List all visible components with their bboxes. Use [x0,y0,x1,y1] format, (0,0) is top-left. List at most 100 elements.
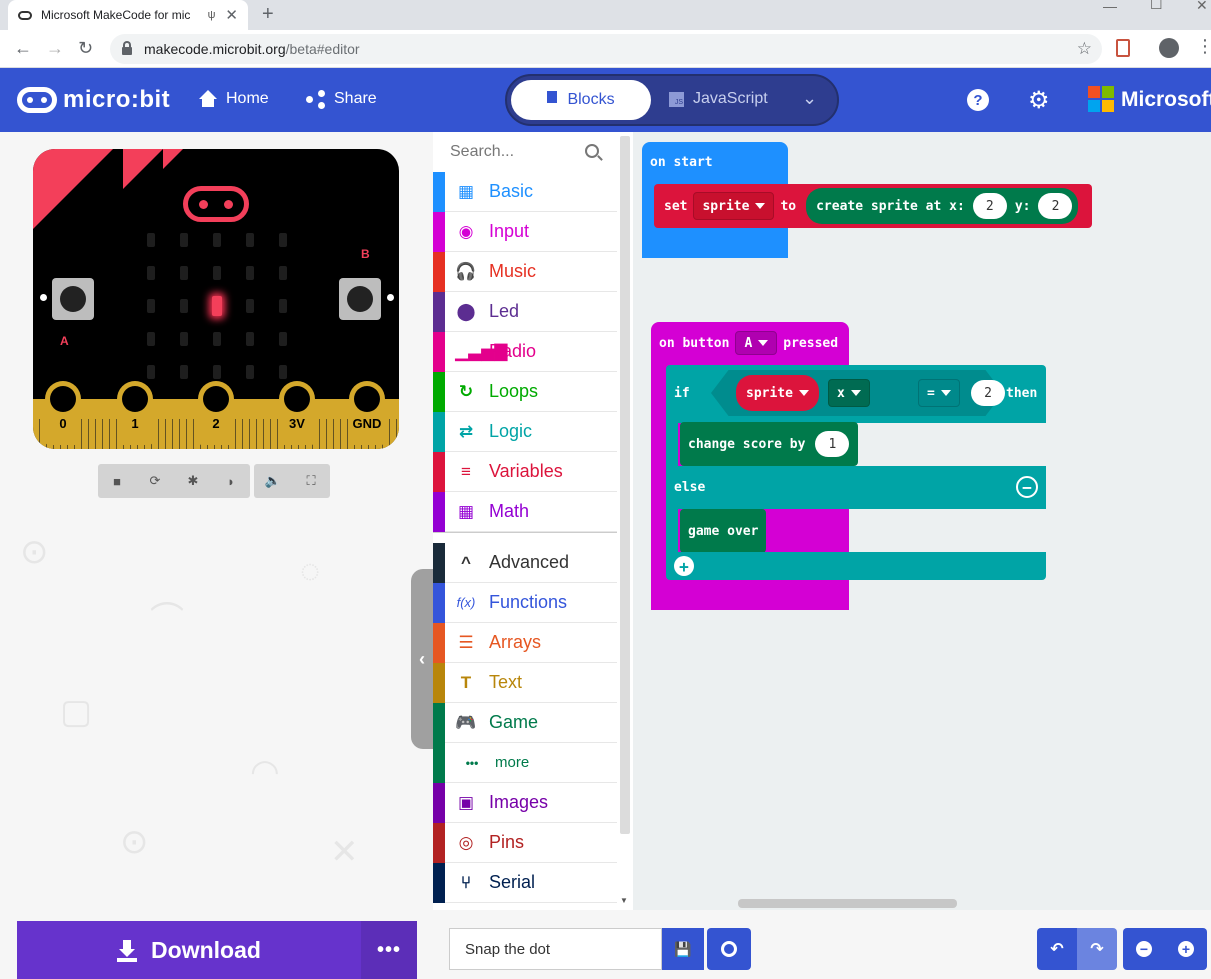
undo-button[interactable]: ↶ [1037,928,1077,970]
pin-2[interactable]: 2 [198,381,234,445]
pin-0[interactable]: 0 [45,381,81,445]
toolbox-category-advanced[interactable]: ^ Advanced [433,542,617,583]
project-name-input[interactable] [449,928,662,970]
operator-dropdown[interactable]: = [918,379,960,407]
toolbox-category-images[interactable]: ▣ Images [433,782,617,823]
sim-audio-group: 🔈 ⛶ [254,464,330,498]
home-button[interactable]: Home [198,90,269,108]
restart-icon[interactable]: ⟳ [136,464,174,498]
toolbox-category-logic[interactable]: ⇄ Logic [433,411,617,452]
blocks-workspace[interactable]: on start set sprite to create sprite at … [633,132,1211,910]
input-icon: ◉ [458,221,474,241]
search-icon[interactable] [585,144,599,158]
collapse-simulator-button[interactable]: ‹ [411,569,433,749]
toolbox-category-variables[interactable]: ≡ Variables [433,451,617,492]
set-sprite-block[interactable]: set sprite to create sprite at x: 2 y: 2 [654,184,1092,228]
download-more-button[interactable]: ••• [361,921,417,979]
button-b[interactable] [339,278,381,320]
scroll-down-icon[interactable]: ▼ [620,896,628,905]
zoom-in-button[interactable]: + [1165,928,1207,970]
download-button[interactable]: Download [17,921,361,979]
bookmark-star-icon[interactable]: ☆ [1077,39,1092,59]
led-off [246,365,254,379]
category-label: Images [489,792,549,812]
extension-icon[interactable] [1116,39,1130,57]
forward-icon[interactable]: → [46,38,64,59]
github-button[interactable] [707,928,751,970]
sprite-variable-dropdown[interactable]: sprite [693,192,775,220]
redo-icon: ↷ [1090,941,1104,958]
tab-close-icon[interactable]: ✕ [225,6,238,24]
window-close-icon[interactable]: ✕ [1196,0,1208,14]
workspace-scrollbar[interactable] [738,899,957,908]
toolbox-search[interactable]: Search... [433,132,617,172]
pin-gnd[interactable]: GND [349,381,385,445]
gear-icon[interactable]: ⚙ [1028,86,1050,115]
toolbox-category-loops[interactable]: ↻ Loops [433,371,617,412]
stop-icon[interactable]: ■ [98,464,136,498]
dropdown-arrow-icon [755,203,766,209]
toolbox-category-text[interactable]: T Text [433,662,617,703]
led-off [180,266,188,280]
toolbox-category-math[interactable]: ▦ Math [433,491,617,532]
slowmo-icon[interactable]: ◗ [212,464,250,498]
minimize-icon[interactable]: — [1103,0,1117,14]
blocks-tab[interactable]: Blocks [511,80,651,120]
game-over-block[interactable]: game over [680,509,766,553]
pin-1[interactable]: 1 [117,381,153,445]
blocks-label: Blocks [567,91,615,108]
toolbox-category-radio[interactable]: ▁▃▅▇ Radio [433,331,617,372]
toolbox-category-more[interactable]: ••• more [433,742,617,783]
compare-value-input[interactable]: 2 [971,380,1005,406]
toolbox-category-arrays[interactable]: ☰ Arrays [433,622,617,663]
board-logo-icon[interactable] [183,186,249,222]
browser-menu-icon[interactable]: ⋮ [1196,36,1211,57]
toolbox-category-functions[interactable]: f(x) Functions [433,582,617,623]
button-dropdown[interactable]: A [735,331,778,355]
zoom-out-button[interactable]: − [1123,928,1165,970]
pin-3v[interactable]: 3V [279,381,315,445]
new-tab-icon[interactable]: + [262,3,274,26]
browser-tab[interactable]: Microsoft MakeCode for mic ψ ✕ [8,0,248,30]
mute-icon[interactable]: 🔈 [254,464,292,498]
create-sprite-label: create sprite at x: [816,198,965,214]
redo-button[interactable]: ↷ [1077,928,1117,970]
help-icon[interactable]: ? [967,89,989,111]
back-icon[interactable]: ← [14,38,32,59]
sprite-x-input[interactable]: 2 [972,193,1007,219]
share-button[interactable]: Share [306,90,377,109]
address-bar[interactable]: makecode.microbit.org/beta#editor ☆ [110,34,1102,64]
sprite-property-block[interactable]: sprite [736,375,819,411]
debug-icon[interactable]: ✱ [174,464,212,498]
save-button[interactable]: 💾 [662,928,704,970]
add-else-icon[interactable]: + [674,556,694,576]
button-a[interactable] [52,278,94,320]
to-label: to [780,198,797,214]
create-sprite-block[interactable]: create sprite at x: 2 y: 2 [806,188,1079,224]
reload-icon[interactable]: ↻ [78,38,93,59]
toolbox-category-led[interactable]: ⬤ Led [433,291,617,332]
change-score-block[interactable]: change score by 1 [680,422,858,466]
if-else-block[interactable]: if sprite x = 2 then [666,365,1046,423]
category-label: Pins [489,832,525,852]
maximize-icon[interactable]: ☐ [1150,0,1163,13]
profile-avatar-icon[interactable] [1159,38,1179,58]
score-amount-input[interactable]: 1 [815,431,850,457]
sprite-y-input[interactable]: 2 [1038,193,1073,219]
microsoft-logo[interactable]: Microsoft [1088,86,1211,113]
property-dropdown[interactable]: x [828,379,870,407]
toolbox-category-game[interactable]: 🎮 Game [433,702,617,743]
chevron-down-icon[interactable]: ⌄ [802,88,817,109]
board-side-dot [387,294,394,301]
remove-else-icon[interactable]: − [1016,476,1038,498]
then-label: then [1006,386,1038,401]
toolbox-category-basic[interactable]: ▦ Basic [433,171,617,212]
toolbox-scrollbar[interactable] [620,136,630,834]
javascript-tab[interactable]: JS JavaScript [669,90,768,108]
toolbox-category-input[interactable]: ◉ Input [433,211,617,252]
toolbox-category-serial[interactable]: ⑂ Serial [433,862,617,903]
fullscreen-icon[interactable]: ⛶ [292,464,330,498]
microbit-logo[interactable]: micro:bit [17,86,170,114]
toolbox-category-music[interactable]: 🎧 Music [433,251,617,292]
toolbox-category-pins[interactable]: ◎ Pins [433,822,617,863]
